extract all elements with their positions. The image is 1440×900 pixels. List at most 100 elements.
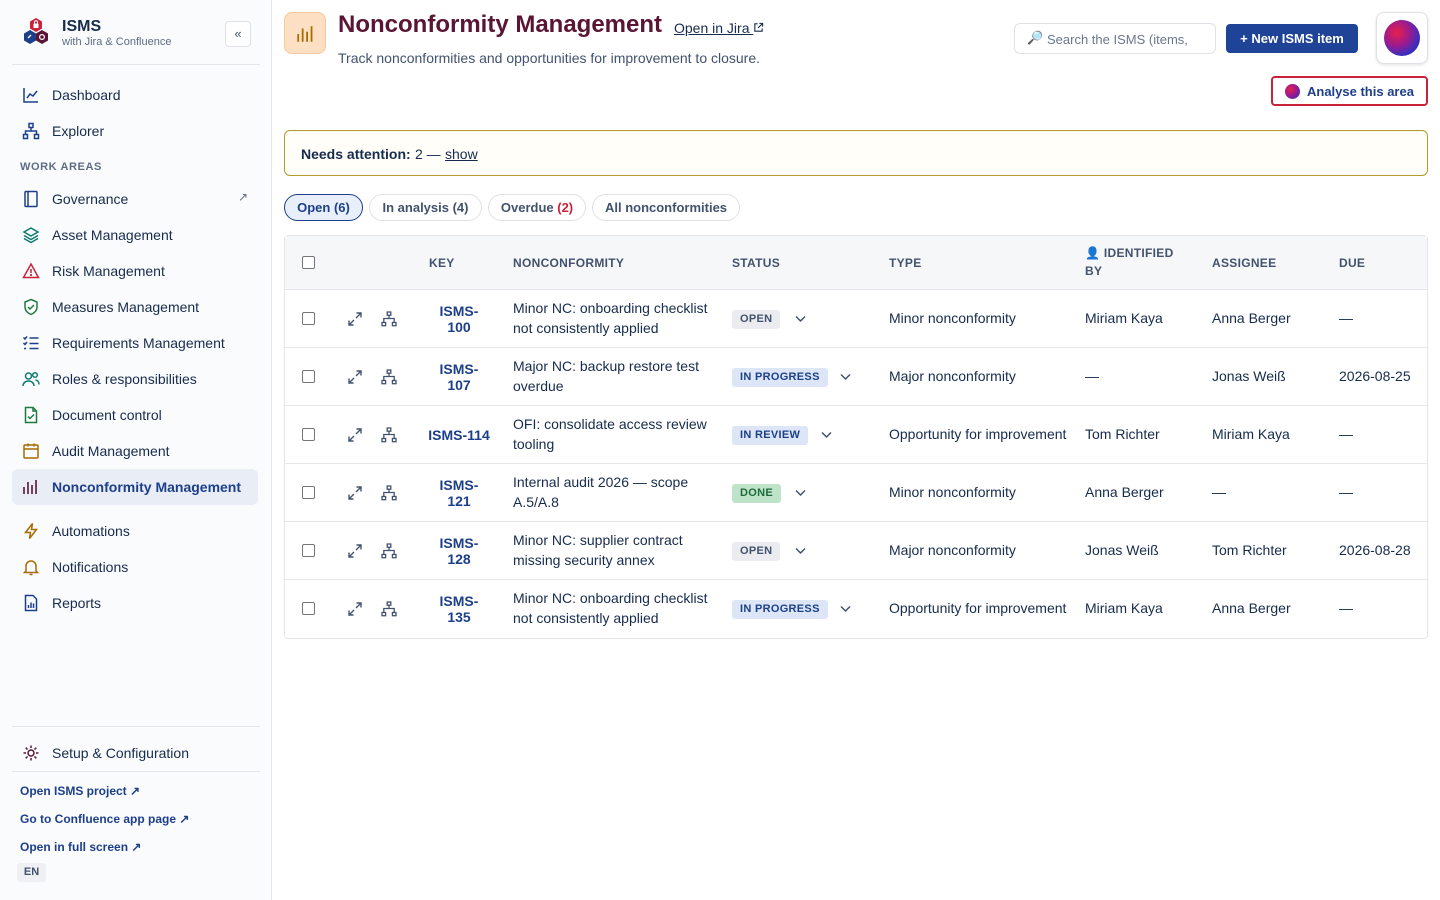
hierarchy-icon[interactable] <box>381 311 397 327</box>
sidebar-item-dashboard[interactable]: Dashboard <box>12 77 258 113</box>
isms-logo-icon <box>24 18 48 44</box>
table-row[interactable]: ISMS-114 OFI: consolidate access review … <box>285 406 1427 464</box>
nonconformity-summary[interactable]: Minor NC: onboarding checklist not consi… <box>513 589 718 628</box>
tab-open[interactable]: Open (6) <box>284 194 363 221</box>
sidebar-item-asset-management[interactable]: Asset Management <box>12 217 258 253</box>
assignee-cell: — <box>1212 484 1226 500</box>
sidebar-item-document-control[interactable]: Document control <box>12 397 258 433</box>
sidebar-item-nonconformity-management[interactable]: Nonconformity Management <box>12 469 258 505</box>
sidebar-item-setup[interactable]: Setup & Configuration <box>12 735 258 771</box>
row-checkbox[interactable] <box>302 428 315 441</box>
issue-key-link[interactable]: ISMS- 100 <box>419 303 499 335</box>
expand-icon[interactable] <box>347 427 363 443</box>
open-in-jira-link[interactable]: Open in Jira <box>674 20 764 36</box>
sidebar-item-audit-management[interactable]: Audit Management <box>12 433 258 469</box>
sidebar-item-automations[interactable]: Automations <box>12 513 258 549</box>
tab-overdue[interactable]: Overdue (2) <box>488 194 586 221</box>
select-all-checkbox[interactable] <box>302 256 315 269</box>
issue-key-link[interactable]: ISMS-114 <box>419 427 499 443</box>
hierarchy-icon[interactable] <box>381 485 397 501</box>
chevron-down-icon[interactable] <box>794 486 807 499</box>
sidebar-item-notifications[interactable]: Notifications <box>12 549 258 585</box>
assignee-cell: Miriam Kaya <box>1212 426 1290 442</box>
hierarchy-icon[interactable] <box>381 543 397 559</box>
search-input[interactable] <box>1047 29 1211 49</box>
open-full-screen-link[interactable]: Open in full screen ↗ <box>20 840 141 854</box>
tab-all-nonconformities[interactable]: All nonconformities <box>592 194 740 221</box>
chevron-down-icon[interactable] <box>839 602 852 615</box>
sidebar-item-reports[interactable]: Reports <box>12 585 258 621</box>
chevron-down-icon[interactable] <box>839 370 852 383</box>
search-box[interactable]: 🔎 <box>1014 23 1216 54</box>
status-badge[interactable]: OPEN <box>732 310 781 329</box>
issue-key-number: 100 <box>447 319 471 335</box>
row-checkbox[interactable] <box>302 544 315 557</box>
issue-key-number: 107 <box>447 377 471 393</box>
status-badge[interactable]: IN PROGRESS <box>732 600 828 619</box>
sidebar-item-measures-management[interactable]: Measures Management <box>12 289 258 325</box>
col-key[interactable]: KEY <box>429 256 455 270</box>
sidebar-item-roles[interactable]: Roles & responsibilities <box>12 361 258 397</box>
expand-icon[interactable] <box>347 485 363 501</box>
table-row[interactable]: ISMS- 128 Minor NC: supplier contract mis… <box>285 522 1427 580</box>
col-assignee[interactable]: ASSIGNEE <box>1212 256 1276 270</box>
table-row[interactable]: ISMS- 100 Minor NC: onboarding checklist … <box>285 290 1427 348</box>
issue-key-link[interactable]: ISMS- 135 <box>419 593 499 625</box>
show-attention-link[interactable]: show <box>445 146 478 162</box>
issue-key-link[interactable]: ISMS- 128 <box>419 535 499 567</box>
col-identified-by-label: IDENTIFIED <box>1103 246 1174 260</box>
status-badge[interactable]: OPEN <box>732 542 781 561</box>
col-identified-by[interactable]: 👤 IDENTIFIED <box>1085 246 1174 260</box>
table-row[interactable]: ISMS- 121 Internal audit 2026 — scope A.5… <box>285 464 1427 522</box>
page-title: Nonconformity Management <box>338 11 663 38</box>
nonconformity-summary[interactable]: OFI: consolidate access review tooling <box>513 415 718 454</box>
hierarchy-icon[interactable] <box>381 369 397 385</box>
col-type[interactable]: TYPE <box>889 256 922 270</box>
new-isms-item-button[interactable]: + New ISMS item <box>1226 24 1358 53</box>
hierarchy-icon[interactable] <box>381 601 397 617</box>
nonconformity-summary[interactable]: Minor NC: onboarding checklist not consi… <box>513 299 718 338</box>
brand[interactable]: ISMS with Jira & Confluence <box>20 16 252 50</box>
chevron-down-icon[interactable] <box>794 544 807 557</box>
sidebar-item-requirements-management[interactable]: Requirements Management <box>12 325 258 361</box>
col-nonconformity[interactable]: NONCONFORMITY <box>513 256 624 270</box>
table-row[interactable]: ISMS- 107 Major NC: backup restore test o… <box>285 348 1427 406</box>
assistant-avatar-button[interactable] <box>1376 12 1428 64</box>
sidebar-item-governance[interactable]: Governance ↗ <box>12 181 258 217</box>
type-cell: Major nonconformity <box>889 368 1016 384</box>
row-checkbox[interactable] <box>302 370 315 383</box>
col-due[interactable]: DUE <box>1339 256 1365 270</box>
col-status[interactable]: STATUS <box>732 256 780 270</box>
language-badge[interactable]: EN <box>17 863 46 882</box>
hierarchy-icon[interactable] <box>381 427 397 443</box>
chevron-down-icon[interactable] <box>794 312 807 325</box>
sidebar-item-risk-management[interactable]: Risk Management <box>12 253 258 289</box>
tab-in-analysis[interactable]: In analysis (4) <box>369 194 482 221</box>
identified-by-cell: Miriam Kaya <box>1085 310 1163 326</box>
nonconformity-summary[interactable]: Minor NC: supplier contract missing secu… <box>513 531 718 570</box>
expand-icon[interactable] <box>347 311 363 327</box>
expand-icon[interactable] <box>347 601 363 617</box>
issue-key-link[interactable]: ISMS- 107 <box>419 361 499 393</box>
open-isms-project-link[interactable]: Open ISMS project ↗ <box>20 784 140 798</box>
issue-key-prefix: ISMS- <box>439 361 479 377</box>
status-badge[interactable]: IN PROGRESS <box>732 368 828 387</box>
chevron-down-icon[interactable] <box>820 428 833 441</box>
row-checkbox[interactable] <box>302 312 315 325</box>
sidebar-item-label: Measures Management <box>52 299 200 315</box>
analyse-area-button[interactable]: Analyse this area <box>1271 76 1428 106</box>
status-badge[interactable]: DONE <box>732 484 781 503</box>
sidebar-item-label: Nonconformity Management <box>52 479 242 495</box>
nonconformity-summary[interactable]: Internal audit 2026 — scope A.5/A.8 <box>513 473 718 512</box>
table-row[interactable]: ISMS- 135 Minor NC: onboarding checklist … <box>285 580 1427 638</box>
nonconformity-summary[interactable]: Major NC: backup restore test overdue <box>513 357 718 396</box>
row-checkbox[interactable] <box>302 486 315 499</box>
confluence-app-page-link[interactable]: Go to Confluence app page ↗ <box>20 812 189 826</box>
sidebar-item-explorer[interactable]: Explorer <box>12 113 258 149</box>
status-badge[interactable]: IN REVIEW <box>732 426 809 445</box>
expand-icon[interactable] <box>347 369 363 385</box>
issue-key-link[interactable]: ISMS- 121 <box>419 477 499 509</box>
collapse-sidebar-button[interactable]: « <box>225 21 251 47</box>
row-checkbox[interactable] <box>302 602 315 615</box>
expand-icon[interactable] <box>347 543 363 559</box>
